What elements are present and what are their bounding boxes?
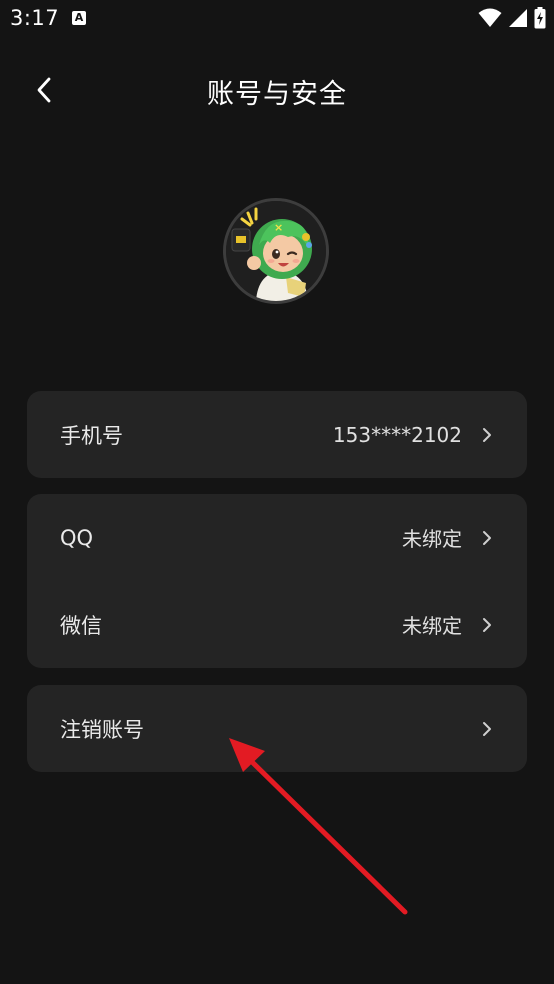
page-header: 账号与安全 [0, 60, 554, 120]
avatar[interactable]: × [223, 198, 329, 304]
cell-signal-icon [509, 9, 527, 27]
qq-status: 未绑定 [402, 527, 462, 551]
row-phone[interactable]: 手机号 153****2102 [27, 391, 527, 478]
notification-app-icon: A [72, 11, 86, 25]
status-time: 3:17 [10, 6, 60, 30]
row-label: 手机号 [60, 423, 123, 448]
wifi-icon [478, 8, 502, 27]
row-label: 微信 [60, 613, 102, 638]
page-title: 账号与安全 [207, 79, 347, 110]
system-icons [478, 6, 546, 30]
status-bar: 3:17 A [0, 0, 554, 40]
row-label: QQ [60, 525, 94, 550]
card-deactivate: 注销账号 [27, 685, 527, 772]
red-arrow-annotation [229, 738, 408, 915]
row-qq[interactable]: QQ 未绑定 [27, 494, 527, 581]
chevron-right-icon [480, 528, 494, 548]
battery-charging-icon [534, 7, 546, 29]
row-label: 注销账号 [60, 717, 144, 742]
chevron-right-icon [480, 615, 494, 635]
card-bindings: QQ 未绑定 微信 未绑定 [27, 494, 527, 668]
wechat-status: 未绑定 [402, 614, 462, 638]
cartoon-avatar-icon: × [226, 201, 326, 301]
phone-value: 153****2102 [332, 422, 462, 447]
row-wechat[interactable]: 微信 未绑定 [27, 581, 527, 668]
svg-text:×: × [274, 221, 283, 234]
card-phone: 手机号 153****2102 [27, 391, 527, 478]
chevron-right-icon [480, 719, 494, 739]
row-deactivate-account[interactable]: 注销账号 [27, 685, 527, 772]
chevron-right-icon [480, 425, 494, 445]
